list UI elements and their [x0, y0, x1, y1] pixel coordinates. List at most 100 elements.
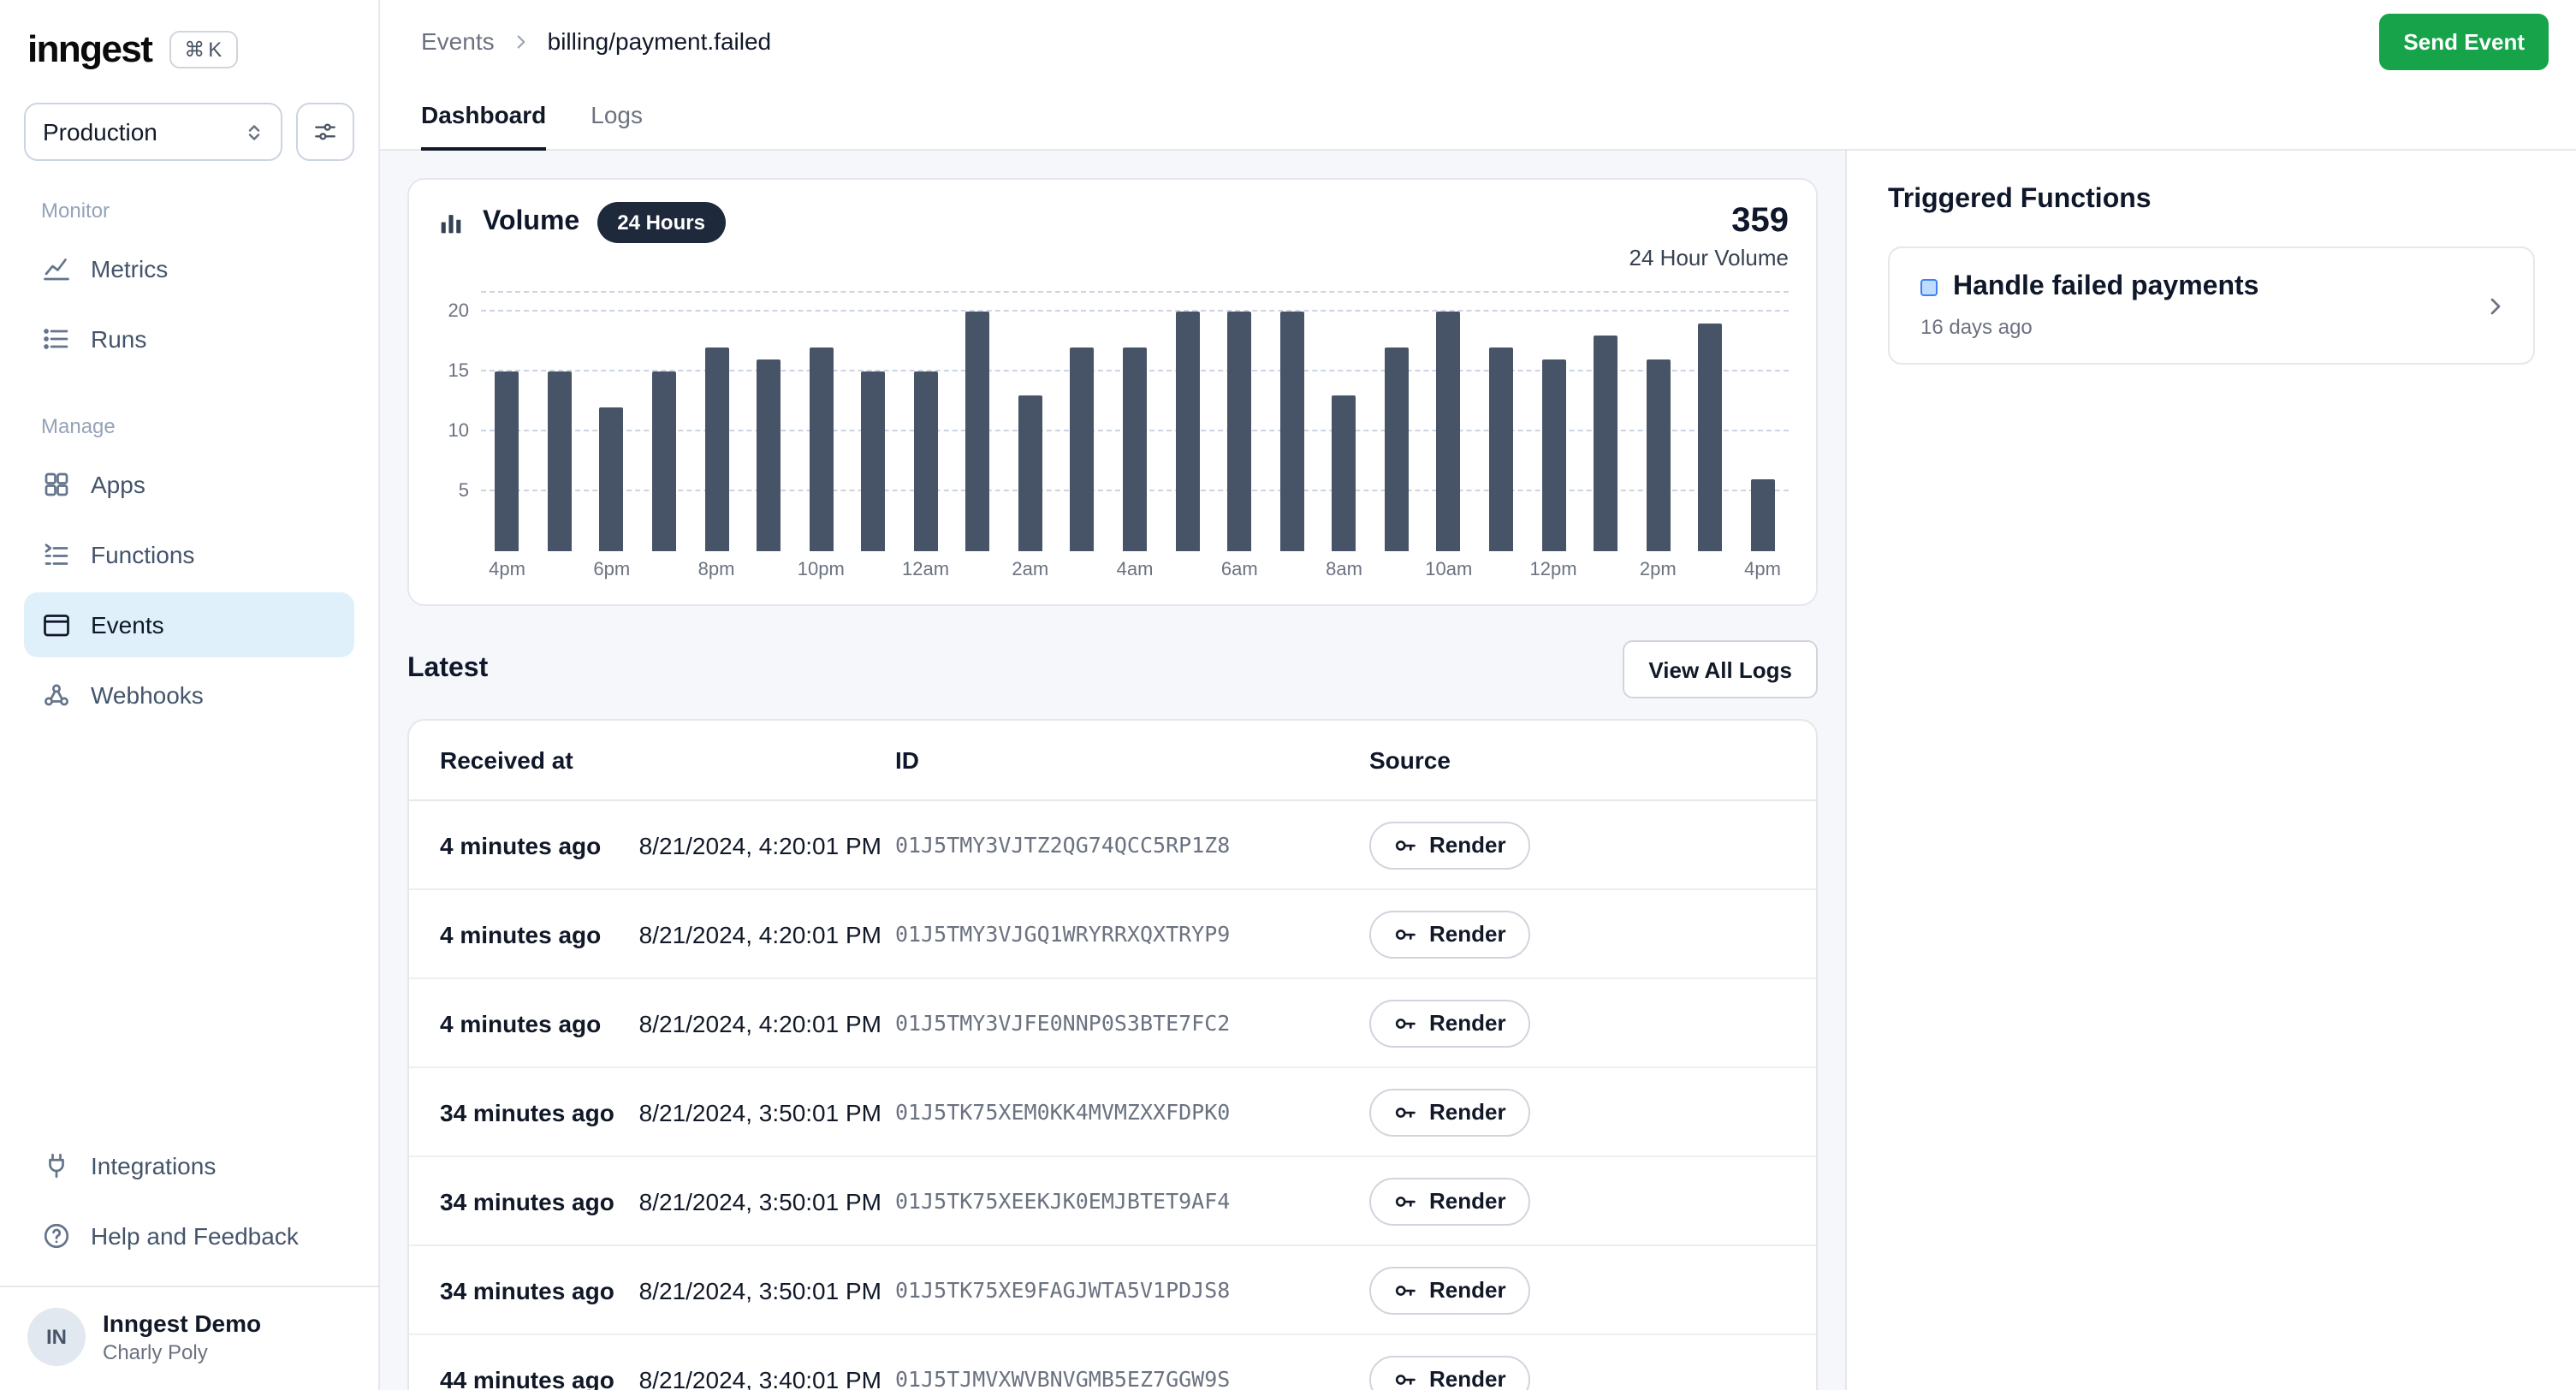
bar-slot — [533, 291, 585, 551]
user-menu[interactable]: IN Inngest Demo Charly Poly — [0, 1286, 378, 1390]
volume-bar[interactable] — [757, 359, 781, 551]
event-row[interactable]: 4 minutes ago8/21/2024, 4:20:01 PM01J5TM… — [409, 801, 1816, 890]
event-row[interactable]: 34 minutes ago8/21/2024, 3:50:01 PM01J5T… — [409, 1068, 1816, 1157]
environment-settings-button[interactable] — [296, 103, 354, 161]
x-tick-label: 2am — [1004, 560, 1056, 587]
dashboard-column: Volume 24 Hours 359 24 Hour Volume 51015… — [380, 151, 1847, 1390]
event-id: 01J5TK75XEM0KK4MVMZXXFDPK0 — [895, 1099, 1369, 1125]
received-at-cell: 34 minutes ago8/21/2024, 3:50:01 PM — [440, 1098, 895, 1126]
volume-bar[interactable] — [1175, 312, 1199, 551]
x-tick-label: 8pm — [691, 560, 743, 587]
source-render-button[interactable]: Render — [1369, 1266, 1530, 1314]
runs-icon — [41, 324, 72, 354]
y-tick-label: 20 — [448, 301, 470, 322]
event-row[interactable]: 34 minutes ago8/21/2024, 3:50:01 PM01J5T… — [409, 1246, 1816, 1335]
volume-bar[interactable] — [1751, 479, 1775, 551]
volume-bar[interactable] — [1541, 359, 1565, 551]
volume-bar[interactable] — [1071, 348, 1095, 551]
event-row[interactable]: 44 minutes ago8/21/2024, 3:40:01 PM01J5T… — [409, 1335, 1816, 1390]
view-all-logs-button[interactable]: View All Logs — [1623, 640, 1818, 698]
volume-bar[interactable] — [1385, 348, 1409, 551]
topbar: Events billing/payment.failed Send Event — [380, 0, 2576, 82]
x-tick-label — [533, 560, 585, 587]
source-render-button[interactable]: Render — [1369, 821, 1530, 869]
volume-bar[interactable] — [914, 371, 938, 551]
volume-bar[interactable] — [652, 371, 676, 551]
source-cell: Render — [1369, 1088, 1785, 1136]
x-tick-label — [1056, 560, 1108, 587]
sidebar: inngest ⌘ K Production Monitor Metrics R… — [0, 0, 380, 1390]
event-row[interactable]: 34 minutes ago8/21/2024, 3:50:01 PM01J5T… — [409, 1157, 1816, 1246]
bar-slot — [1056, 291, 1108, 551]
volume-bar[interactable] — [1227, 312, 1251, 551]
render-key-icon — [1393, 1189, 1417, 1213]
source-render-button[interactable]: Render — [1369, 999, 1530, 1047]
bar-slot — [1161, 291, 1214, 551]
event-row[interactable]: 4 minutes ago8/21/2024, 4:20:01 PM01J5TM… — [409, 979, 1816, 1068]
volume-bar[interactable] — [548, 371, 572, 551]
sidebar-item-functions[interactable]: Functions — [24, 522, 354, 587]
volume-bar[interactable] — [496, 371, 519, 551]
inngest-logo[interactable]: inngest — [27, 27, 151, 72]
source-render-button[interactable]: Render — [1369, 1355, 1530, 1390]
volume-bar[interactable] — [861, 371, 885, 551]
bar-slot — [1736, 291, 1789, 551]
x-tick-label: 10am — [1422, 560, 1475, 587]
tab-dashboard[interactable]: Dashboard — [421, 82, 546, 151]
bar-slot — [1266, 291, 1318, 551]
sidebar-item-help[interactable]: Help and Feedback — [24, 1203, 354, 1268]
source-render-button[interactable]: Render — [1369, 1088, 1530, 1136]
command-k-shortcut[interactable]: ⌘ K — [169, 31, 237, 68]
column-header-id: ID — [895, 746, 1369, 774]
event-row[interactable]: 4 minutes ago8/21/2024, 4:20:01 PM01J5TM… — [409, 890, 1816, 979]
tab-logs[interactable]: Logs — [591, 82, 643, 151]
volume-bar[interactable] — [1123, 348, 1147, 551]
volume-bar[interactable] — [1646, 359, 1670, 551]
volume-bar[interactable] — [1698, 324, 1722, 551]
received-at-cell: 4 minutes ago8/21/2024, 4:20:01 PM — [440, 920, 895, 947]
source-render-button[interactable]: Render — [1369, 1177, 1530, 1225]
source-label: Render — [1429, 1010, 1506, 1036]
volume-bar[interactable] — [1279, 312, 1303, 551]
column-header-source: Source — [1369, 746, 1785, 774]
volume-card-header: Volume 24 Hours 359 24 Hour Volume — [436, 202, 1789, 270]
sidebar-item-events[interactable]: Events — [24, 592, 354, 657]
sidebar-item-webhooks[interactable]: Webhooks — [24, 662, 354, 728]
volume-bar[interactable] — [1489, 348, 1513, 551]
sidebar-item-apps[interactable]: Apps — [24, 452, 354, 517]
breadcrumb-events-link[interactable]: Events — [421, 27, 495, 55]
volume-bar[interactable] — [1333, 395, 1356, 551]
volume-total-group: 359 24 Hour Volume — [1629, 202, 1789, 270]
volume-bar[interactable] — [1437, 312, 1461, 551]
volume-bar[interactable] — [1018, 395, 1042, 551]
received-timestamp: 8/21/2024, 3:40:01 PM — [639, 1365, 881, 1390]
triggered-function-card[interactable]: Handle failed payments 16 days ago — [1888, 247, 2535, 365]
content: Volume 24 Hours 359 24 Hour Volume 51015… — [380, 151, 2576, 1390]
sidebar-item-integrations[interactable]: Integrations — [24, 1133, 354, 1198]
sidebar-item-runs[interactable]: Runs — [24, 306, 354, 371]
source-cell: Render — [1369, 910, 1785, 958]
event-id: 01J5TK75XE9FAGJWTA5V1PDJS8 — [895, 1277, 1369, 1303]
send-event-button[interactable]: Send Event — [2379, 13, 2549, 69]
volume-bar[interactable] — [1594, 336, 1617, 551]
avatar: IN — [27, 1308, 86, 1366]
source-cell: Render — [1369, 999, 1785, 1047]
sidebar-item-metrics[interactable]: Metrics — [24, 236, 354, 301]
volume-bar[interactable] — [704, 348, 728, 551]
volume-bar[interactable] — [600, 407, 624, 551]
source-render-button[interactable]: Render — [1369, 910, 1530, 958]
bar-slot — [585, 291, 638, 551]
environment-select[interactable]: Production — [24, 103, 282, 161]
app-window: inngest ⌘ K Production Monitor Metrics R… — [0, 0, 2576, 1390]
breadcrumb-current: billing/payment.failed — [548, 27, 772, 55]
event-id: 01J5TJMVXWVBNVGMB5EZ7GGW9S — [895, 1366, 1369, 1390]
received-relative: 34 minutes ago — [440, 1276, 614, 1304]
x-tick-label — [1266, 560, 1318, 587]
time-range-pill[interactable]: 24 Hours — [597, 202, 726, 243]
bar-slot — [691, 291, 743, 551]
volume-bar[interactable] — [966, 312, 990, 551]
source-label: Render — [1429, 1366, 1506, 1390]
volume-bar[interactable] — [809, 348, 833, 551]
bar-slot — [1632, 291, 1684, 551]
source-label: Render — [1429, 832, 1506, 858]
